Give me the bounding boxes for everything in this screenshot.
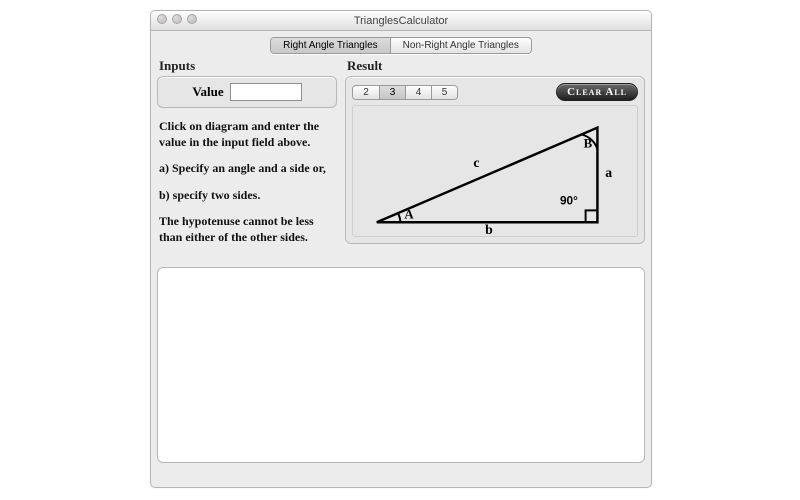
app-window: TrianglesCalculator Right Angle Triangle… — [150, 10, 652, 488]
triangle-diagram[interactable]: A B c a b 90° — [352, 105, 638, 237]
instruction-line: The hypotenuse cannot be less than eithe… — [159, 213, 335, 245]
tab-non-right-angle[interactable]: Non-Right Angle Triangles — [390, 38, 531, 53]
content-area: Inputs Value Click on diagram and enter … — [151, 58, 651, 469]
value-input-group: Value — [157, 76, 337, 108]
minimize-icon[interactable] — [172, 14, 182, 24]
label-a: a — [605, 165, 612, 180]
precision-segmented: 2 3 4 5 — [352, 85, 458, 100]
label-b: b — [485, 222, 493, 236]
instruction-line: b) specify two sides. — [159, 187, 335, 203]
clear-all-button[interactable]: Clear All — [556, 83, 638, 101]
inputs-title: Inputs — [159, 58, 337, 74]
mode-tabs: Right Angle Triangles Non-Right Angle Tr… — [151, 37, 651, 54]
window-controls — [157, 14, 197, 24]
precision-option-2[interactable]: 2 — [353, 86, 379, 99]
zoom-icon[interactable] — [187, 14, 197, 24]
instruction-line: a) Specify an angle and a side or, — [159, 160, 335, 176]
result-title: Result — [347, 58, 645, 74]
label-B: B — [584, 136, 593, 150]
value-input[interactable] — [230, 83, 302, 101]
label-c: c — [473, 155, 479, 170]
precision-option-3[interactable]: 3 — [379, 86, 405, 99]
precision-option-5[interactable]: 5 — [431, 86, 457, 99]
label-A: A — [404, 207, 414, 221]
value-label: Value — [192, 84, 223, 100]
close-icon[interactable] — [157, 14, 167, 24]
result-box: 2 3 4 5 Clear All — [345, 76, 645, 244]
result-panel: Result 2 3 4 5 Clear All — [345, 58, 645, 259]
tab-right-angle[interactable]: Right Angle Triangles — [271, 38, 390, 53]
window-title: TrianglesCalculator — [354, 15, 448, 27]
output-textarea[interactable] — [157, 267, 645, 463]
precision-option-4[interactable]: 4 — [405, 86, 431, 99]
inputs-panel: Inputs Value Click on diagram and enter … — [157, 58, 337, 259]
label-right-angle: 90° — [560, 193, 578, 207]
titlebar: TrianglesCalculator — [151, 11, 651, 31]
instruction-line: Click on diagram and enter the value in … — [159, 118, 335, 150]
instructions-text: Click on diagram and enter the value in … — [157, 108, 337, 259]
